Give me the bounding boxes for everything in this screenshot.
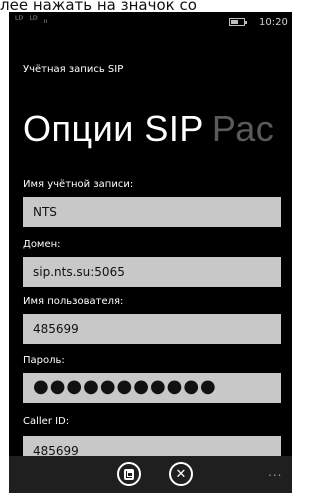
missed-call-icon: ᴸᴰ <box>15 15 24 26</box>
status-bar: ᴸᴰ ᴸᴰ ᵢᵢ 10:20 <box>9 12 292 34</box>
missed-call-icon: ᴸᴰ <box>29 15 38 26</box>
save-icon <box>124 468 134 480</box>
phone-screen: ᴸᴰ ᴸᴰ ᵢᵢ 10:20 Учётная запись SIP Опции … <box>9 12 292 493</box>
cancel-icon: ✕ <box>175 466 187 482</box>
battery-level <box>231 20 238 24</box>
password-label: Пароль: <box>23 355 65 366</box>
password-input[interactable]: ●●●●●●●●●●● <box>23 373 281 403</box>
domain-input[interactable]: sip.nts.su:5065 <box>23 257 281 287</box>
more-options-button[interactable]: ... <box>268 465 282 479</box>
battery-icon <box>229 18 247 26</box>
app-bar: ✕ ... <box>9 456 292 493</box>
app-title: Учётная запись SIP <box>23 64 124 75</box>
page-caption: лее нажать на значок со <box>0 0 302 12</box>
status-time: 10:20 <box>259 17 288 28</box>
pivot-item-next[interactable]: Рас <box>212 108 274 149</box>
pivot-item-sip-options[interactable]: Опции SIP <box>23 108 204 149</box>
account-name-label: Имя учётной записи: <box>23 179 134 190</box>
save-button[interactable] <box>117 462 141 486</box>
account-name-input[interactable]: NTS <box>23 197 281 227</box>
signal-icon: ᵢᵢ <box>43 15 48 26</box>
domain-label: Домен: <box>23 239 61 250</box>
cancel-button[interactable]: ✕ <box>169 462 193 486</box>
username-label: Имя пользователя: <box>23 296 124 307</box>
pivot-header: Опции SIP Рас <box>23 108 274 150</box>
status-icons: ᴸᴰ ᴸᴰ ᵢᵢ <box>15 15 47 27</box>
username-input[interactable]: 485699 <box>23 314 281 344</box>
caller-id-label: Caller ID: <box>23 416 70 427</box>
